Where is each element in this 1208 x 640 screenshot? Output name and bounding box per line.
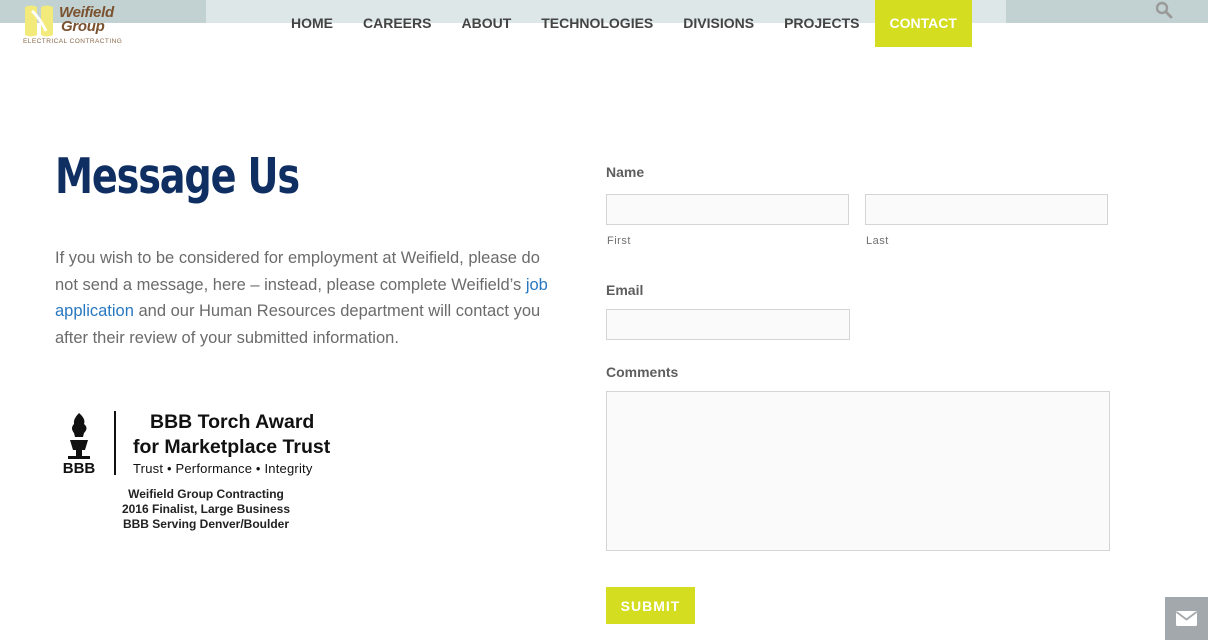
last-name-input[interactable] — [865, 194, 1108, 225]
nav-item-careers[interactable]: CAREERS — [348, 0, 446, 47]
nav-item-about[interactable]: ABOUT — [446, 0, 526, 47]
award-title-line2: for Marketplace Trust — [133, 436, 331, 458]
last-name-sublabel: Last — [866, 235, 889, 247]
email-label: Email — [606, 282, 644, 298]
logo-name-line2: Group — [61, 18, 105, 35]
comments-textarea[interactable] — [606, 391, 1110, 551]
submit-button[interactable]: SUBMIT — [606, 587, 695, 624]
bbb-seal-text: BBB — [63, 460, 96, 476]
logo-mark-icon — [25, 5, 53, 37]
name-label: Name — [606, 164, 645, 180]
first-name-sublabel: First — [607, 235, 631, 247]
nav-item-contact[interactable]: CONTACT — [874, 0, 972, 47]
contact-mail-button[interactable] — [1165, 597, 1208, 640]
main-nav: HOME CAREERS ABOUT TECHNOLOGIES DIVISION… — [276, 0, 972, 47]
bbb-award-badge: BBB BBB Torch Award for Marketplace Trus… — [56, 406, 366, 536]
site-logo[interactable]: Weifield Group ELECTRICAL CONTRACTING — [22, 2, 123, 46]
header-band-right — [1006, 0, 1208, 23]
bbb-torch-seal-icon: BBB — [63, 413, 96, 476]
bbb-divider — [114, 411, 116, 475]
email-input[interactable] — [606, 309, 850, 340]
logo-tagline: ELECTRICAL CONTRACTING — [23, 38, 123, 45]
comments-label: Comments — [606, 364, 679, 380]
envelope-icon — [1176, 611, 1197, 626]
award-footer-line1: Weifield Group Contracting — [128, 487, 284, 501]
award-title-line1: BBB Torch Award — [150, 411, 315, 433]
nav-item-home[interactable]: HOME — [276, 0, 348, 47]
search-icon[interactable] — [1155, 1, 1173, 19]
award-values: Trust • Performance • Integrity — [133, 461, 313, 476]
nav-item-divisions[interactable]: DIVISIONS — [668, 0, 769, 47]
first-name-input[interactable] — [606, 194, 849, 225]
award-footer-line2: 2016 Finalist, Large Business — [121, 502, 291, 516]
nav-item-technologies[interactable]: TECHNOLOGIES — [526, 0, 668, 47]
award-footer-line3: BBB Serving Denver/Boulder — [122, 517, 290, 531]
nav-item-projects[interactable]: PROJECTS — [769, 0, 874, 47]
intro-text-before: If you wish to be considered for employm… — [55, 249, 540, 294]
intro-text: If you wish to be considered for employm… — [55, 245, 565, 351]
page-title: Message Us — [55, 148, 300, 205]
